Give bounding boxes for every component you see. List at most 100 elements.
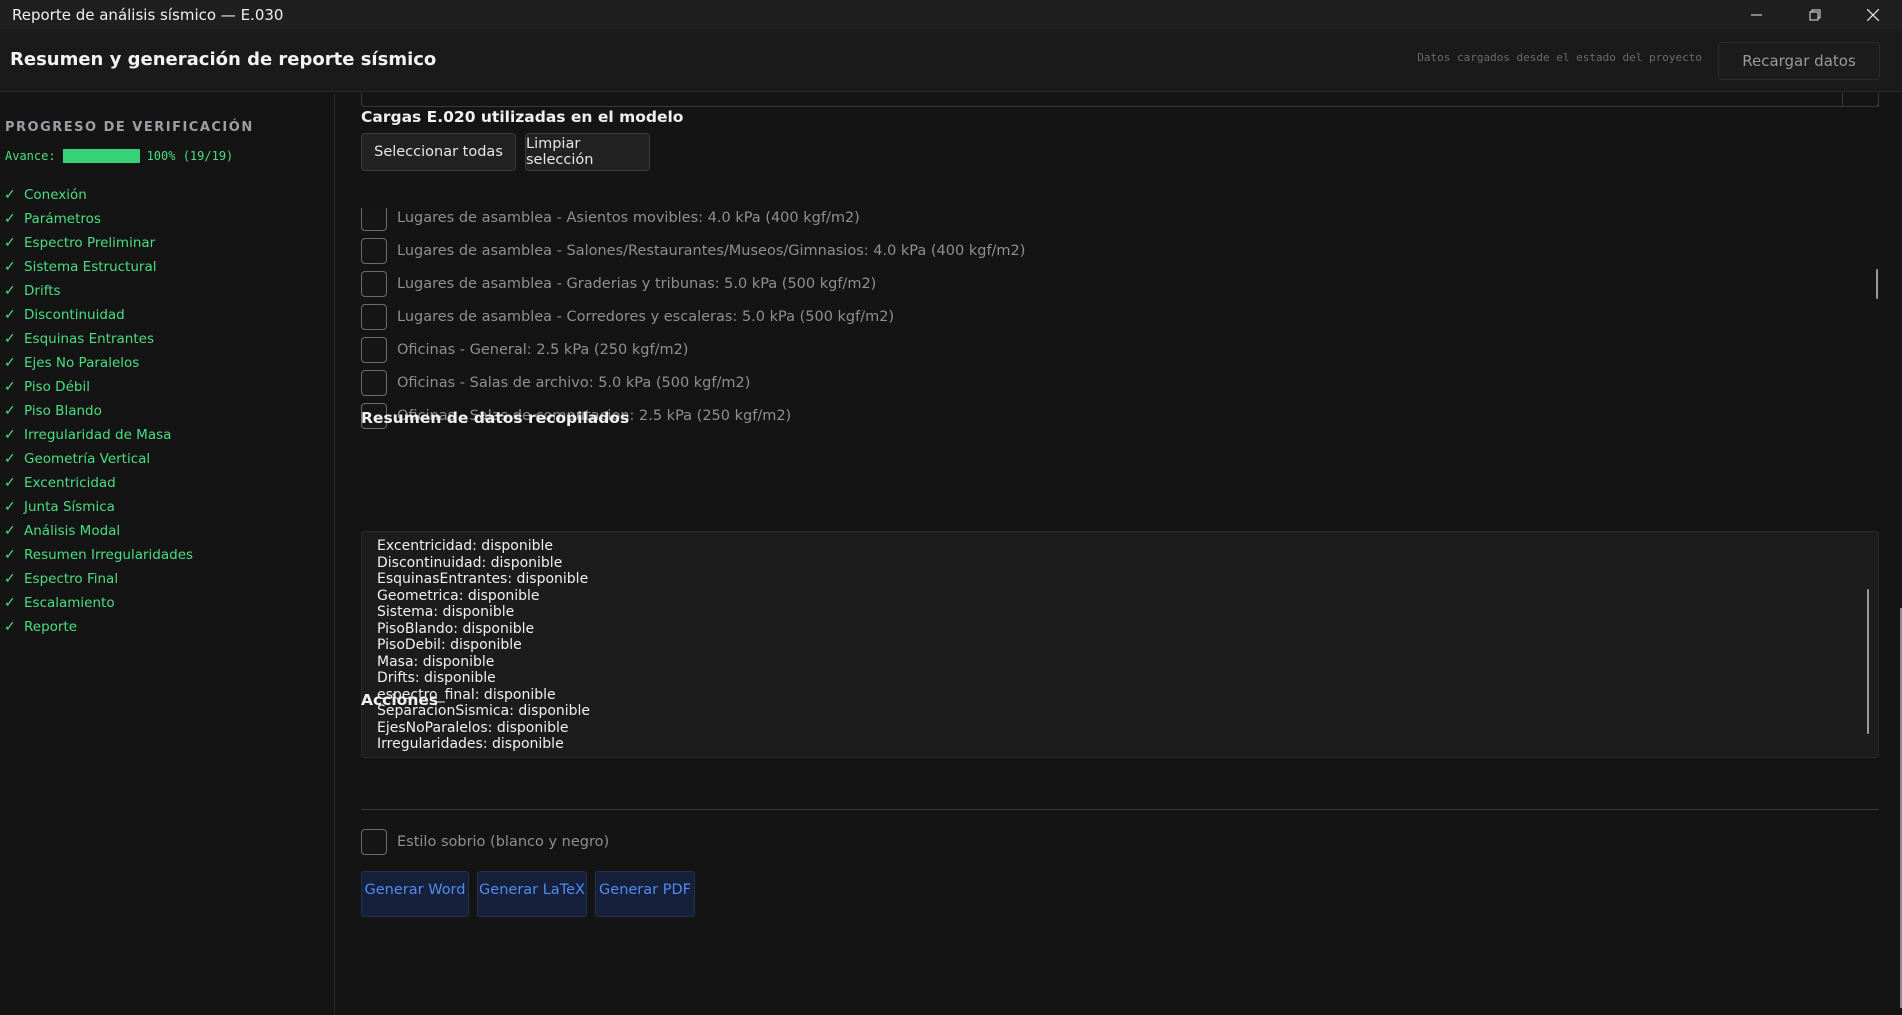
sidebar-item[interactable]: ✓ Piso Blando	[4, 399, 193, 423]
check-icon: ✓	[4, 355, 16, 371]
sidebar-item[interactable]: ✓ Escalamiento	[4, 591, 193, 615]
loads-scrollbar[interactable]	[1876, 269, 1878, 299]
sidebar-item-label: Escalamiento	[24, 595, 115, 611]
check-icon: ✓	[4, 379, 16, 395]
page-title: Resumen y generación de reporte sísmico	[10, 49, 437, 70]
generate-pdf-button[interactable]: Generar PDF	[595, 871, 695, 917]
check-icon: ✓	[4, 619, 16, 635]
sidebar-item-label: Análisis Modal	[24, 523, 121, 539]
summary-title: Resumen de datos recopilados	[361, 409, 630, 427]
load-checkbox[interactable]	[361, 304, 387, 330]
minimize-icon	[1751, 14, 1762, 15]
top-field[interactable]	[361, 93, 1879, 107]
sidebar-item[interactable]: ✓ Junta Sísmica	[4, 495, 193, 519]
generate-word-button[interactable]: Generar Word	[361, 871, 469, 917]
sidebar-item[interactable]: ✓ Conexión	[4, 183, 193, 207]
load-item[interactable]: Lugares de asamblea - Asientos movibles:…	[361, 208, 860, 232]
sidebar-item[interactable]: ✓ Resumen Irregularidades	[4, 543, 193, 567]
summary-line: Irregularidades: disponible	[377, 736, 564, 752]
sidebar-item-label: Ejes No Paralelos	[24, 355, 140, 371]
sidebar-item[interactable]: ✓ Espectro Preliminar	[4, 231, 193, 255]
load-item[interactable]: Lugares de asamblea - Graderias y tribun…	[361, 270, 876, 298]
sidebar-item[interactable]: ✓ Excentricidad	[4, 471, 193, 495]
progress-row: Avance: 100% (19/19)	[5, 149, 233, 163]
sidebar-item[interactable]: ✓ Espectro Final	[4, 567, 193, 591]
generate-latex-button[interactable]: Generar LaTeX	[477, 871, 587, 917]
check-icon: ✓	[4, 475, 16, 491]
sidebar: PROGRESO DE VERIFICACIÓN Avance: 100% (1…	[0, 93, 335, 1015]
check-icon: ✓	[4, 259, 16, 275]
sidebar-item-label: Drifts	[24, 283, 61, 299]
load-item[interactable]: Oficinas - General: 2.5 kPa (250 kgf/m2)	[361, 336, 688, 364]
summary-line: Geometrica: disponible	[377, 587, 540, 604]
title-bar: Reporte de análisis sísmico — E.030	[0, 0, 1902, 29]
loads-list[interactable]: Lugares de asamblea - Asientos movibles:…	[361, 208, 1879, 488]
load-checkbox[interactable]	[361, 238, 387, 264]
check-icon: ✓	[4, 307, 16, 323]
restore-button[interactable]	[1786, 0, 1844, 29]
sidebar-item[interactable]: ✓ Irregularidad de Masa	[4, 423, 193, 447]
sidebar-item[interactable]: ✓ Reporte	[4, 615, 193, 639]
load-label: Oficinas - Salas de archivo: 5.0 kPa (50…	[397, 375, 751, 391]
summary-line: Discontinuidad: disponible	[377, 554, 563, 571]
minimize-button[interactable]	[1728, 0, 1786, 29]
load-checkbox[interactable]	[361, 271, 387, 297]
check-icon: ✓	[4, 571, 16, 587]
load-item[interactable]: Lugares de asamblea - Corredores y escal…	[361, 303, 894, 331]
sidebar-item-label: Sistema Estructural	[24, 259, 157, 275]
summary-line: SeparacionSismica: disponible	[377, 703, 591, 719]
sidebar-item-label: Geometría Vertical	[24, 451, 151, 467]
load-label: Oficinas - General: 2.5 kPa (250 kgf/m2)	[397, 342, 689, 358]
load-checkbox[interactable]	[361, 208, 387, 231]
sidebar-item-label: Irregularidad de Masa	[24, 427, 172, 443]
check-icon: ✓	[4, 235, 16, 251]
summary-line: Drifts: disponible	[377, 670, 496, 686]
sidebar-item-label: Esquinas Entrantes	[24, 331, 154, 347]
style-checkbox[interactable]	[361, 829, 387, 855]
sidebar-item[interactable]: ✓ Discontinuidad	[4, 303, 193, 327]
check-icon: ✓	[4, 283, 16, 299]
check-icon: ✓	[4, 427, 16, 443]
check-icon: ✓	[4, 451, 16, 467]
reload-data-button[interactable]: Recargar datos	[1718, 42, 1880, 80]
clear-selection-button[interactable]: Limpiar selección	[525, 133, 650, 171]
sidebar-item[interactable]: ✓ Geometría Vertical	[4, 447, 193, 471]
sidebar-item[interactable]: ✓ Sistema Estructural	[4, 255, 193, 279]
status-note: Datos cargados desde el estado del proye…	[1417, 51, 1702, 64]
load-item[interactable]: Lugares de asamblea - Salones/Restaurant…	[361, 237, 1025, 265]
sidebar-item[interactable]: ✓ Esquinas Entrantes	[4, 327, 193, 351]
sidebar-item-label: Resumen Irregularidades	[24, 547, 194, 563]
sidebar-heading: PROGRESO DE VERIFICACIÓN	[5, 120, 254, 135]
sidebar-item-label: Espectro Final	[24, 571, 119, 587]
load-checkbox[interactable]	[361, 370, 387, 396]
sidebar-item-label: Piso Blando	[24, 403, 102, 419]
style-label: Estilo sobrio (blanco y negro)	[397, 834, 610, 850]
summary-line: Excentricidad: disponible	[377, 538, 553, 554]
sidebar-item[interactable]: ✓ Parámetros	[4, 207, 193, 231]
check-icon: ✓	[4, 547, 16, 563]
sidebar-item[interactable]: ✓ Ejes No Paralelos	[4, 351, 193, 375]
style-option[interactable]: Estilo sobrio (blanco y negro)	[361, 829, 609, 855]
sidebar-item[interactable]: ✓ Drifts	[4, 279, 193, 303]
select-all-button[interactable]: Seleccionar todas	[361, 133, 516, 171]
load-checkbox[interactable]	[361, 337, 387, 363]
check-icon: ✓	[4, 331, 16, 347]
field-divider	[1842, 93, 1843, 107]
summary-scrollbar[interactable]	[1867, 589, 1869, 734]
summary-box[interactable]: Excentricidad: disponible Discontinuidad:…	[361, 531, 1879, 758]
sidebar-item-label: Excentricidad	[24, 475, 116, 491]
load-label: Lugares de asamblea - Graderias y tribun…	[397, 276, 877, 292]
sidebar-item-label: Conexión	[24, 187, 87, 203]
summary-line: Sistema: disponible	[377, 604, 515, 620]
close-button[interactable]	[1844, 0, 1902, 29]
close-icon	[1867, 8, 1879, 21]
sidebar-item[interactable]: ✓ Piso Débil	[4, 375, 193, 399]
sidebar-item-label: Junta Sísmica	[24, 499, 115, 515]
summary-line: espectro_final: disponible	[377, 686, 556, 703]
progress-text: 100% (19/19)	[146, 149, 234, 163]
load-item[interactable]: Oficinas - Salas de archivo: 5.0 kPa (50…	[361, 369, 750, 397]
summary-line: EjesNoParalelos: disponible	[377, 719, 569, 736]
summary-line: EsquinasEntrantes: disponible	[377, 571, 589, 587]
sidebar-item[interactable]: ✓ Análisis Modal	[4, 519, 193, 543]
actions-title: Acciones	[361, 691, 439, 709]
